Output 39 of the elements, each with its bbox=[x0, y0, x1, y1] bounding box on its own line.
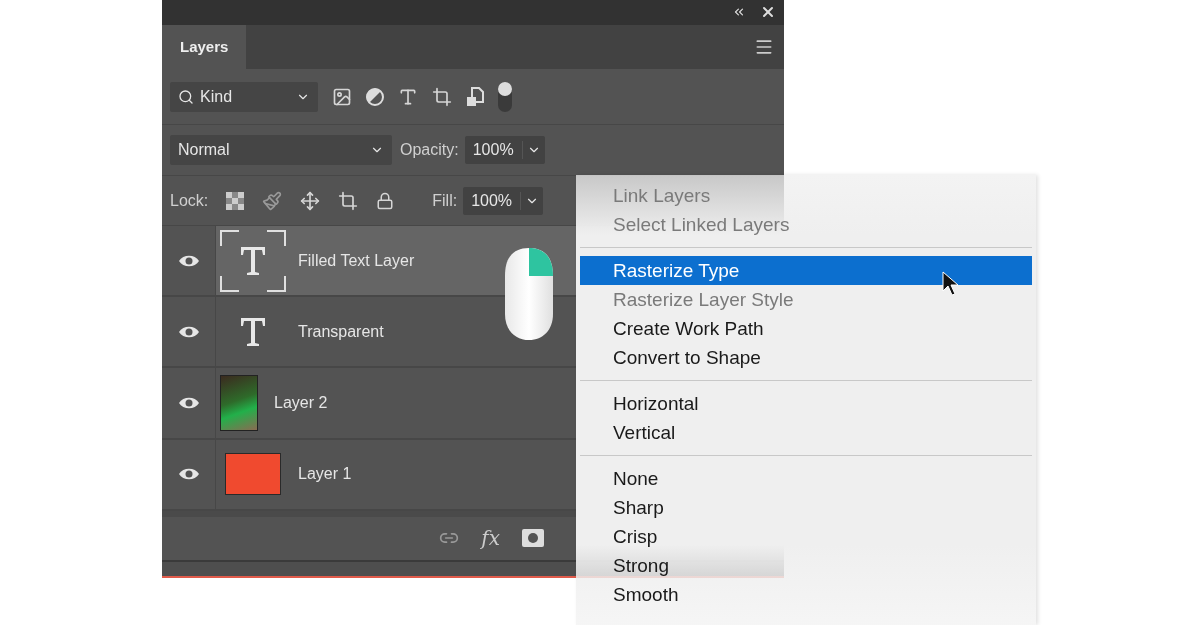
menu-item[interactable]: Smooth bbox=[580, 580, 1032, 609]
effects-button[interactable]: fx bbox=[481, 526, 500, 551]
opacity-label: Opacity: bbox=[400, 141, 459, 160]
artboard-icon[interactable] bbox=[338, 190, 359, 211]
layer-name: Layer 2 bbox=[274, 394, 328, 412]
type-layer-icon bbox=[238, 244, 268, 277]
layer-name: Filled Text Layer bbox=[298, 251, 415, 270]
menu-item[interactable]: Strong bbox=[580, 551, 1032, 580]
eye-icon[interactable] bbox=[177, 396, 200, 410]
eye-icon[interactable] bbox=[177, 253, 200, 268]
color-swatch bbox=[225, 453, 281, 496]
opacity-field[interactable]: 100% bbox=[464, 136, 545, 165]
image-icon[interactable] bbox=[332, 86, 352, 107]
checkerboard-icon[interactable] bbox=[226, 191, 245, 210]
layer-name: Transparent bbox=[298, 322, 384, 341]
half-circle-icon[interactable] bbox=[366, 87, 384, 106]
eye-icon[interactable] bbox=[177, 324, 200, 339]
lock-icon[interactable] bbox=[376, 191, 395, 210]
menu-item[interactable]: Rasterize Type bbox=[580, 256, 1032, 285]
eye-icon[interactable] bbox=[177, 467, 200, 482]
menu-item[interactable]: Crisp bbox=[580, 522, 1032, 551]
type-layer-icon bbox=[238, 315, 268, 348]
layer-name: Layer 1 bbox=[298, 465, 352, 484]
smart-object-icon[interactable] bbox=[466, 86, 484, 107]
filter-toggle[interactable] bbox=[498, 81, 512, 112]
search-icon bbox=[178, 88, 194, 105]
blend-mode-dropdown[interactable]: Normal bbox=[170, 135, 392, 166]
fill-label: Fill: bbox=[432, 191, 458, 210]
lock-label: Lock: bbox=[170, 191, 209, 210]
layers-tab[interactable]: Layers bbox=[162, 24, 247, 70]
brush-icon[interactable] bbox=[262, 190, 283, 211]
cursor-icon bbox=[942, 271, 958, 297]
selection-brackets-icon bbox=[220, 229, 286, 292]
photo-placeholder bbox=[220, 375, 258, 431]
filter-dropdown[interactable]: Kind bbox=[170, 81, 318, 112]
fill-field[interactable]: 100% bbox=[463, 186, 544, 215]
shape-icon[interactable] bbox=[432, 86, 452, 107]
mask-icon[interactable] bbox=[522, 529, 544, 548]
move-icon[interactable] bbox=[300, 190, 321, 211]
